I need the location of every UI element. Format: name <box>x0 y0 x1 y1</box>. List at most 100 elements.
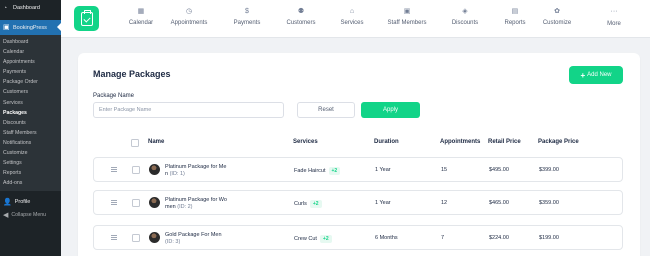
bookingpress-logo[interactable] <box>74 6 99 31</box>
wp-submenu-staff-members[interactable]: Staff Members <box>0 128 61 138</box>
wp-submenu-customers[interactable]: Customers <box>0 87 61 97</box>
wp-submenu-notifications[interactable]: Notifications <box>0 138 61 148</box>
service-name: Fade Haircut <box>294 168 326 174</box>
wp-submenu-settings[interactable]: Settings <box>0 158 61 168</box>
top-navigation: ▦ Calendar ◷ Appointments $ Payments ⚉ C… <box>61 0 650 38</box>
wp-submenu-package-order[interactable]: Package Order <box>0 77 61 87</box>
wp-menu-profile-label: Profile <box>14 198 31 205</box>
collapse-icon: ◀ <box>3 211 9 219</box>
wp-submenu-payments[interactable]: Payments <box>0 67 61 77</box>
wp-submenu-dashboard[interactable]: Dashboard <box>0 37 61 47</box>
drag-handle-icon[interactable] <box>111 167 117 172</box>
plus-icon: + <box>580 70 586 80</box>
package-price-cell: $199.00 <box>539 235 559 241</box>
wp-submenu-packages[interactable]: Packages <box>0 108 61 118</box>
wp-submenu-add-ons[interactable]: Add-ons <box>0 178 61 188</box>
avatar <box>149 197 160 208</box>
column-package-price: Package Price <box>538 139 579 145</box>
nav-reports-label: Reports <box>504 20 526 26</box>
wp-submenu: Dashboard Calendar Appointments Payments… <box>0 35 61 192</box>
package-name-input[interactable] <box>93 102 284 118</box>
column-name: Name <box>148 139 165 145</box>
package-id: (ID: 1) <box>169 171 185 177</box>
nav-discounts[interactable]: ◈ Discounts <box>452 7 478 26</box>
column-retail-price: Retail Price <box>488 139 521 145</box>
nav-appointments-label: Appointments <box>170 20 208 26</box>
wp-collapse-menu-label: Collapse Menu <box>11 211 46 218</box>
row-checkbox[interactable] <box>132 234 140 242</box>
column-duration: Duration <box>374 139 399 145</box>
nav-calendar-label: Calendar <box>128 20 154 26</box>
package-price-cell: $399.00 <box>539 167 559 173</box>
package-name-line2: n <box>165 171 169 177</box>
services-cell: Fade Haircut +2 <box>294 167 341 175</box>
calendar-icon: ▦ <box>137 8 145 15</box>
customers-icon: ⚉ <box>297 8 305 15</box>
package-name-line1: Platinum Package for Wo <box>165 197 227 203</box>
nav-staff-members[interactable]: ▣ Staff Members <box>388 7 427 26</box>
table-row[interactable]: Gold Package For Men (ID: 3) Crew Cut +2 … <box>93 225 623 250</box>
wp-submenu-reports[interactable]: Reports <box>0 168 61 178</box>
nav-payments-label: Payments <box>233 20 261 26</box>
package-name[interactable]: Gold Package For Men (ID: 3) <box>165 232 233 246</box>
column-appointments: Appointments <box>440 139 481 145</box>
appointments-cell: 15 <box>441 167 448 173</box>
avatar <box>149 232 160 243</box>
wp-menu-bookingpress[interactable]: ▣ BookingPress <box>0 20 61 35</box>
wp-collapse-menu[interactable]: ◀ Collapse Menu <box>0 208 61 221</box>
wp-admin-sidebar: ◔ Dashboard ▣ BookingPress Dashboard Cal… <box>0 0 61 256</box>
wp-menu-dashboard[interactable]: ◔ Dashboard <box>0 1 61 15</box>
service-name: Curls <box>294 201 307 207</box>
reset-button[interactable]: Reset <box>297 102 355 118</box>
more-services-badge[interactable]: +2 <box>328 167 341 175</box>
package-name[interactable]: Platinum Package for Wo men (ID: 2) <box>165 197 233 211</box>
add-new-label: Add New <box>587 72 612 78</box>
nav-appointments[interactable]: ◷ Appointments <box>171 7 208 26</box>
nav-more[interactable]: ··· More <box>607 7 621 27</box>
customize-icon: ✿ <box>554 8 560 15</box>
nav-payments[interactable]: $ Payments <box>234 7 261 26</box>
column-services: Services <box>293 139 318 145</box>
more-services-badge[interactable]: +2 <box>309 200 322 208</box>
appointments-icon: ◷ <box>185 8 193 15</box>
nav-calendar[interactable]: ▦ Calendar <box>129 7 153 26</box>
package-name-line1: Gold Package For Men <box>165 232 222 238</box>
nav-services-label: Services <box>340 20 364 26</box>
table-header: Name Services Duration Appointments Reta… <box>93 135 623 151</box>
nav-customers-label: Customers <box>286 20 316 26</box>
table-row[interactable]: Platinum Package for Wo men (ID: 2) Curl… <box>93 190 623 215</box>
duration-cell: 1 Year <box>375 200 391 206</box>
table-row[interactable]: Platinum Package for Me n (ID: 1) Fade H… <box>93 157 623 182</box>
packages-card: Manage Packages + Add New Package Name R… <box>78 53 640 256</box>
nav-reports[interactable]: ▤ Reports <box>504 7 525 26</box>
wp-submenu-customize[interactable]: Customize <box>0 148 61 158</box>
wp-submenu-appointments[interactable]: Appointments <box>0 57 61 67</box>
wp-menu-profile[interactable]: 👤 Profile <box>0 195 61 208</box>
duration-cell: 1 Year <box>375 167 391 173</box>
package-name-label: Package Name <box>93 93 135 99</box>
drag-handle-icon[interactable] <box>111 200 117 205</box>
nav-services[interactable]: ⌂ Services <box>340 7 363 26</box>
nav-customers[interactable]: ⚉ Customers <box>286 7 315 26</box>
appointments-cell: 12 <box>441 200 448 206</box>
nav-staff-members-label: Staff Members <box>387 20 427 26</box>
select-all-checkbox[interactable] <box>131 139 139 147</box>
nav-more-label: More <box>607 21 621 27</box>
wp-menu-dashboard-label: Dashboard <box>13 5 40 11</box>
row-checkbox[interactable] <box>132 199 140 207</box>
wp-submenu-calendar[interactable]: Calendar <box>0 47 61 57</box>
add-new-button[interactable]: + Add New <box>569 66 623 84</box>
drag-handle-icon[interactable] <box>111 235 117 240</box>
user-icon: 👤 <box>3 198 12 206</box>
package-name-line2: men <box>165 204 176 210</box>
package-price-cell: $359.00 <box>539 200 559 206</box>
apply-button[interactable]: Apply <box>361 102 420 118</box>
wp-submenu-services[interactable]: Services <box>0 98 61 108</box>
wp-submenu-discounts[interactable]: Discounts <box>0 118 61 128</box>
dashboard-icon: ◔ <box>3 4 8 12</box>
nav-customize[interactable]: ✿ Customize <box>543 7 571 26</box>
more-services-badge[interactable]: +2 <box>319 235 332 243</box>
package-id: (ID: 2) <box>177 204 193 210</box>
package-name[interactable]: Platinum Package for Me n (ID: 1) <box>165 164 233 178</box>
row-checkbox[interactable] <box>132 166 140 174</box>
